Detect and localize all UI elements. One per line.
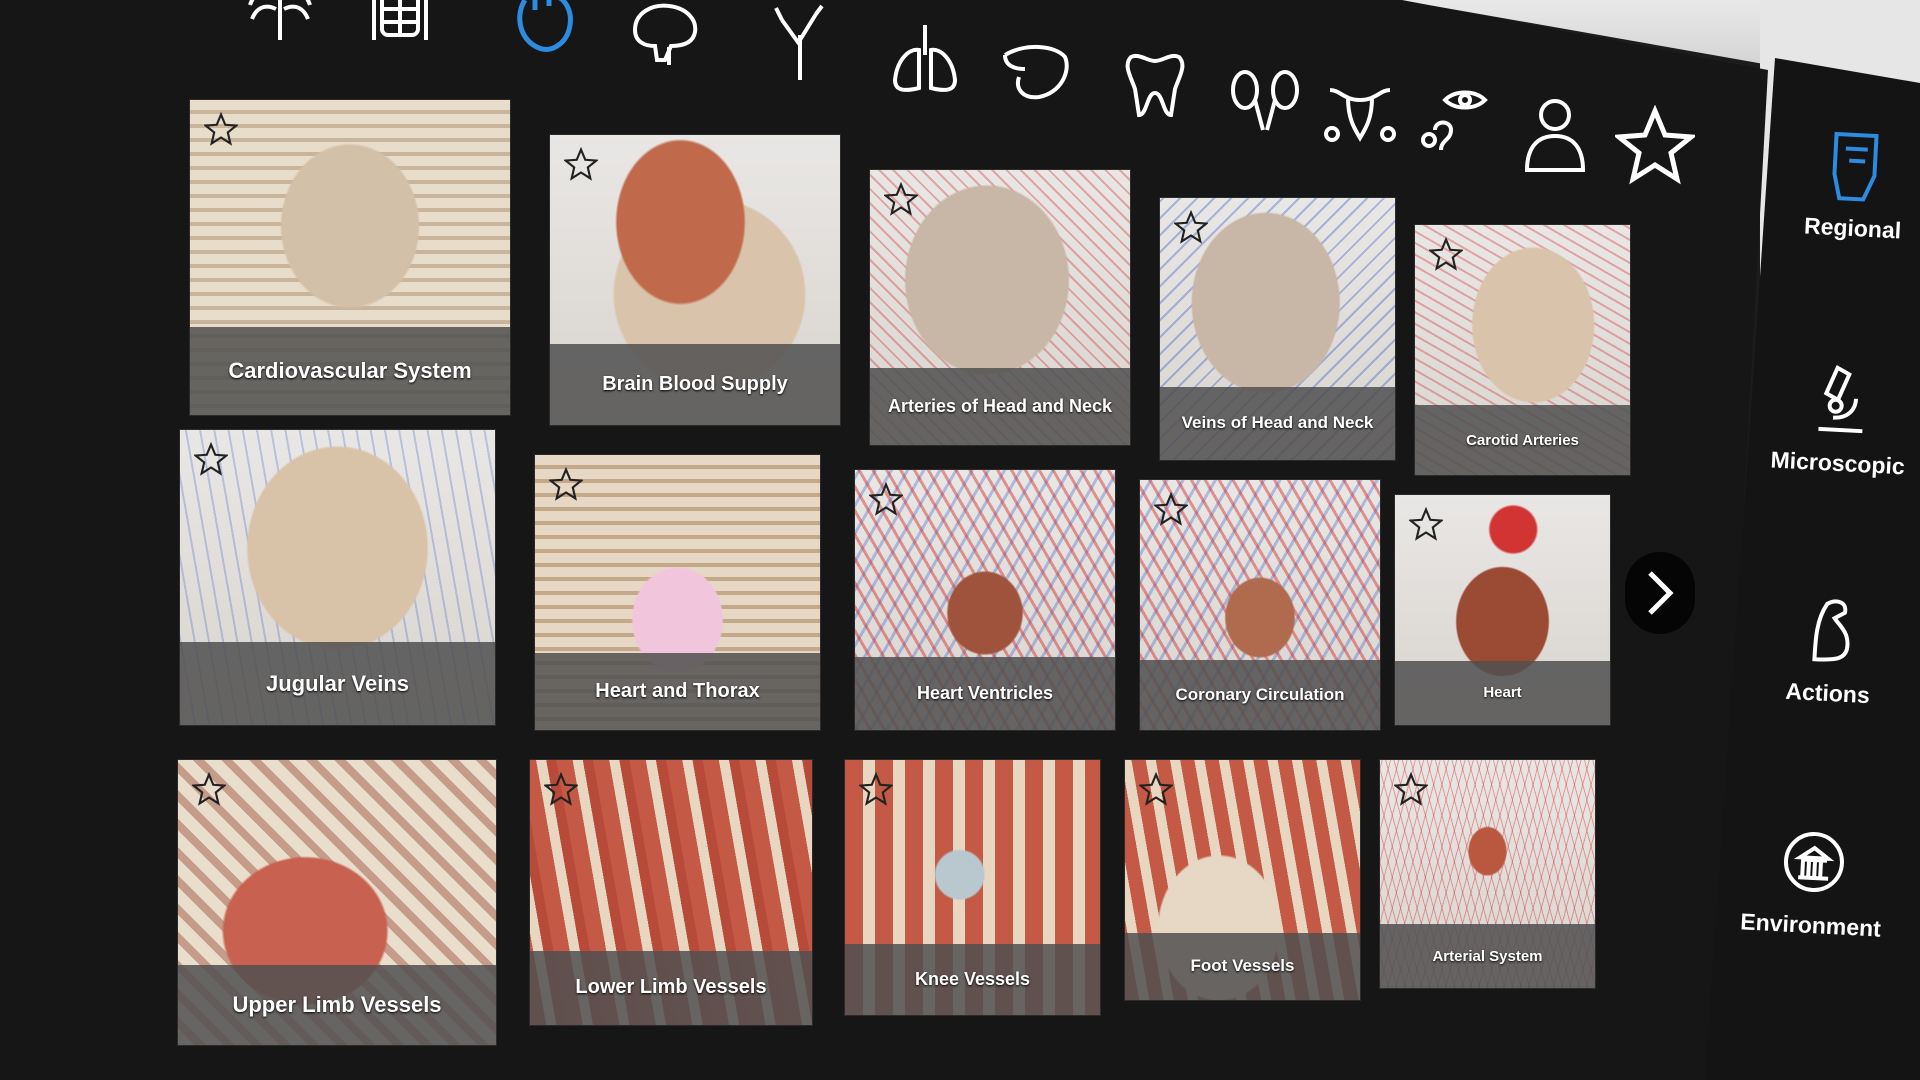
tile-label-bar: Arterial System	[1380, 924, 1595, 988]
model-tile[interactable]: Arteries of Head and Neck	[870, 170, 1130, 445]
category-respiratory[interactable]	[880, 15, 970, 105]
model-tile[interactable]: Heart	[1395, 495, 1610, 725]
favorite-star-icon[interactable]	[1409, 507, 1443, 541]
kidneys-icon	[1231, 70, 1299, 131]
favorite-star-icon[interactable]	[194, 442, 228, 476]
stomach-icon	[1003, 44, 1069, 100]
sidebar-item-environment[interactable]: Environment	[1725, 818, 1901, 944]
tile-label: Heart	[1483, 684, 1522, 702]
brain-icon	[632, 3, 698, 65]
tile-label: Cardiovascular System	[228, 357, 472, 383]
sidebar-item-regional[interactable]: Regional	[1767, 121, 1920, 247]
model-tile[interactable]: Arterial System	[1380, 760, 1595, 988]
tile-label-bar: Lower Limb Vessels	[530, 950, 812, 1025]
category-nervous[interactable]	[620, 0, 710, 80]
favorite-star-icon[interactable]	[1154, 492, 1188, 526]
category-senses[interactable]	[1410, 75, 1500, 165]
sidebar-label-actions: Actions	[1784, 677, 1871, 709]
tile-label: Heart Ventricles	[916, 683, 1054, 704]
environment-museum-icon	[1783, 832, 1844, 893]
tile-label-bar: Arteries of Head and Neck	[870, 368, 1130, 445]
star-icon	[1615, 105, 1695, 185]
sidebar-label-microscopic: Microscopic	[1769, 446, 1906, 480]
model-tile[interactable]: Knee Vessels	[845, 760, 1100, 1015]
category-cardiovascular[interactable]	[500, 0, 590, 65]
tile-label: Foot Vessels	[1190, 956, 1295, 976]
model-tile[interactable]: Veins of Head and Neck	[1160, 198, 1395, 460]
favorite-star-icon[interactable]	[549, 467, 583, 501]
person-silhouette-icon	[1524, 99, 1586, 172]
tile-label: Arterial System	[1432, 947, 1543, 965]
tile-label-bar: Knee Vessels	[845, 943, 1100, 1015]
tile-label: Jugular Veins	[265, 670, 410, 696]
model-tile[interactable]: Foot Vessels	[1125, 760, 1360, 1000]
tile-label-bar: Veins of Head and Neck	[1160, 386, 1395, 460]
sidebar-label-regional: Regional	[1803, 212, 1902, 244]
category-muscular[interactable]	[355, 0, 445, 60]
regional-body-icon	[1832, 131, 1879, 202]
category-skeletal[interactable]	[235, 0, 325, 60]
category-skin[interactable]	[1510, 90, 1600, 180]
category-reproductive[interactable]	[1315, 65, 1405, 155]
model-tile[interactable]: Coronary Circulation	[1140, 480, 1380, 730]
favorite-star-icon[interactable]	[1139, 772, 1173, 806]
category-favorites[interactable]	[1610, 100, 1700, 190]
tile-label: Arteries of Head and Neck	[887, 396, 1113, 416]
next-page-button[interactable]	[1625, 552, 1695, 634]
model-tile[interactable]: Brain Blood Supply	[550, 135, 840, 425]
tile-label: Coronary Circulation	[1175, 685, 1345, 704]
tile-label: Carotid Arteries	[1466, 431, 1579, 449]
tile-label-bar: Brain Blood Supply	[550, 343, 840, 425]
tile-label-bar: Heart Ventricles	[855, 657, 1115, 730]
branch-icon	[774, 4, 824, 80]
favorite-star-icon[interactable]	[884, 182, 918, 216]
chevron-right-icon	[1648, 571, 1674, 615]
flexed-arm-icon	[1812, 599, 1850, 662]
tile-label: Veins of Head and Neck	[1181, 413, 1374, 433]
ribcage-icon	[248, 0, 312, 40]
category-teeth[interactable]	[1110, 40, 1200, 130]
favorite-star-icon[interactable]	[1429, 237, 1463, 271]
favorite-star-icon[interactable]	[869, 482, 903, 516]
tile-label: Knee Vessels	[914, 968, 1031, 989]
lungs-icon	[892, 25, 958, 92]
favorite-star-icon[interactable]	[544, 772, 578, 806]
model-tile[interactable]: Heart Ventricles	[855, 470, 1115, 730]
sidebar-item-actions[interactable]: Actions	[1742, 586, 1918, 712]
favorite-star-icon[interactable]	[564, 147, 598, 181]
category-urinary[interactable]	[1220, 55, 1310, 145]
model-tile[interactable]: Lower Limb Vessels	[530, 760, 812, 1025]
uterus-gender-icon	[1324, 88, 1396, 142]
tile-label-bar: Heart and Thorax	[535, 653, 820, 730]
tile-label-bar: Jugular Veins	[180, 642, 495, 725]
category-lymphatic[interactable]	[755, 0, 845, 85]
tooth-icon	[1125, 53, 1185, 118]
tile-label-bar: Upper Limb Vessels	[178, 965, 496, 1045]
model-tile[interactable]: Upper Limb Vessels	[178, 760, 496, 1045]
model-tile[interactable]: Heart and Thorax	[535, 455, 820, 730]
tile-label-bar: Cardiovascular System	[190, 326, 510, 415]
tile-label-bar: Coronary Circulation	[1140, 660, 1380, 730]
category-digestive[interactable]	[990, 25, 1080, 115]
eye-ear-icon	[1421, 90, 1488, 151]
tile-label-bar: Foot Vessels	[1125, 932, 1360, 1000]
tile-label: Lower Limb Vessels	[575, 976, 767, 999]
favorite-star-icon[interactable]	[1394, 772, 1428, 806]
model-tile[interactable]: Carotid Arteries	[1415, 225, 1630, 475]
torso-muscle-icon	[372, 0, 428, 40]
tile-label-bar: Heart	[1395, 660, 1610, 725]
tile-label-bar: Carotid Arteries	[1415, 405, 1630, 475]
model-tile[interactable]: Cardiovascular System	[190, 100, 510, 415]
sidebar-item-microscopic[interactable]: Microscopic	[1752, 356, 1920, 482]
favorite-star-icon[interactable]	[1174, 210, 1208, 244]
favorite-star-icon[interactable]	[204, 112, 238, 146]
heart-icon	[517, 0, 573, 52]
favorite-star-icon[interactable]	[859, 772, 893, 806]
favorite-star-icon[interactable]	[192, 772, 226, 806]
microscope-icon	[1818, 364, 1863, 434]
tile-label: Upper Limb Vessels	[232, 992, 442, 1018]
model-tile[interactable]: Jugular Veins	[180, 430, 495, 725]
tile-label: Heart and Thorax	[595, 680, 760, 702]
tile-label: Brain Blood Supply	[602, 372, 788, 395]
